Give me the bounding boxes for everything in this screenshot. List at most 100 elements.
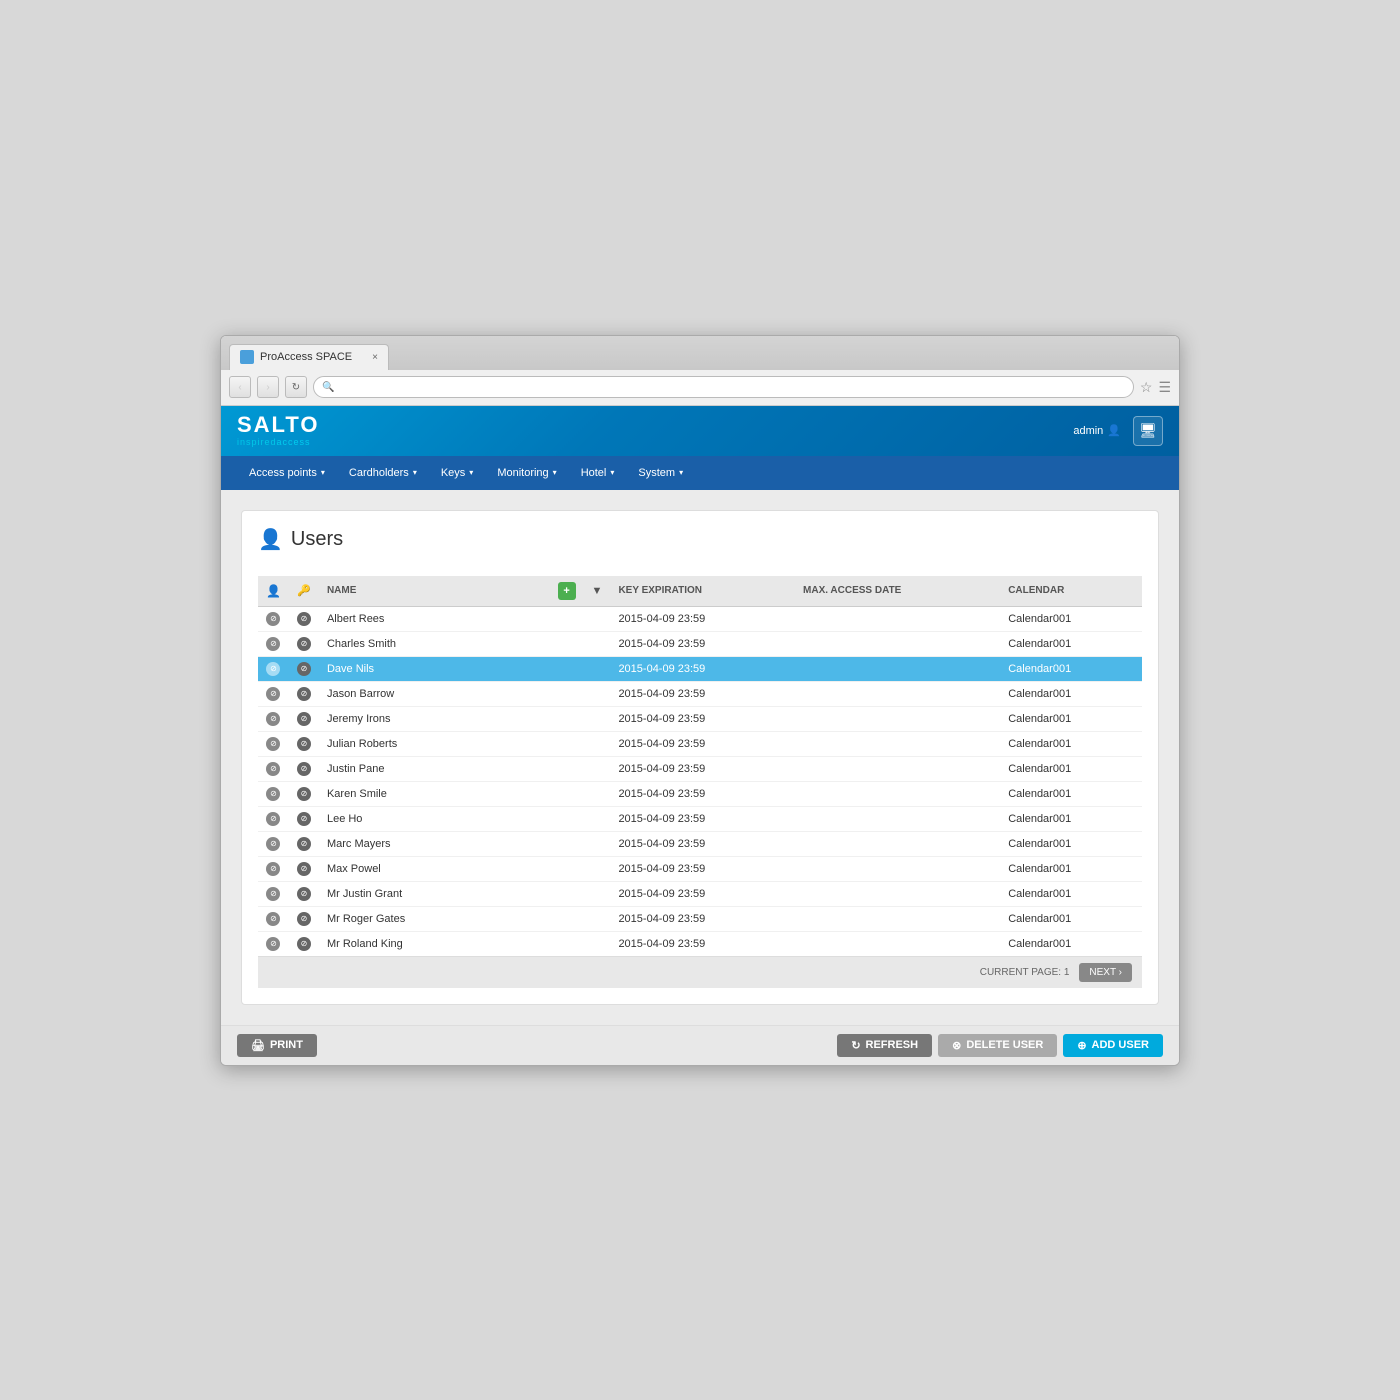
td-user-icon: ⊘: [258, 731, 289, 756]
td-name: Jeremy Irons: [319, 706, 550, 731]
td-calendar: Calendar001: [1000, 906, 1142, 931]
bottom-right-btns: ↻ REFRESH ⊗ DELETE USER ⊕ ADD USER: [837, 1034, 1163, 1057]
table-header: 👤 🔑 NAME +: [258, 576, 1142, 607]
table-row[interactable]: ⊘ ⊘ Lee Ho 2015-04-09 23:59 Calendar001: [258, 806, 1142, 831]
th-key-icon-symbol: 🔑: [297, 585, 311, 597]
nav-item-hotel[interactable]: Hotel ▾: [569, 456, 627, 490]
table-row[interactable]: ⊘ ⊘ Albert Rees 2015-04-09 23:59 Calenda…: [258, 606, 1142, 631]
tab-close-btn[interactable]: ×: [372, 352, 378, 363]
salto-logo: SALTO inspiredaccess: [237, 414, 320, 447]
table-scroll-wrapper[interactable]: 👤 🔑 NAME +: [258, 576, 1142, 956]
row-status-icon: ⊘: [297, 837, 311, 851]
td-name: Dave Nils: [319, 656, 550, 681]
nav-label-cardholders: Cardholders: [349, 467, 409, 479]
td-calendar: Calendar001: [1000, 831, 1142, 856]
nav-item-keys[interactable]: Keys ▾: [429, 456, 485, 490]
td-key-icon: ⊘: [289, 781, 319, 806]
address-search-icon: 🔍: [322, 382, 334, 393]
td-key-expiration: 2015-04-09 23:59: [610, 706, 795, 731]
table-add-btn[interactable]: +: [558, 582, 576, 600]
th-name[interactable]: NAME: [319, 576, 550, 607]
td-key-icon: ⊘: [289, 731, 319, 756]
th-add-btn[interactable]: +: [550, 576, 584, 607]
row-status-icon: ⊘: [297, 737, 311, 751]
row-user-icon: ⊘: [266, 687, 280, 701]
table-row[interactable]: ⊘ ⊘ Mr Justin Grant 2015-04-09 23:59 Cal…: [258, 881, 1142, 906]
nav-arrow-keys: ▾: [469, 468, 473, 477]
td-key-expiration: 2015-04-09 23:59: [610, 806, 795, 831]
td-filter: [584, 856, 611, 881]
table-row[interactable]: ⊘ ⊘ Dave Nils 2015-04-09 23:59 Calendar0…: [258, 656, 1142, 681]
nav-item-monitoring[interactable]: Monitoring ▾: [485, 456, 568, 490]
table-row[interactable]: ⊘ ⊘ Charles Smith 2015-04-09 23:59 Calen…: [258, 631, 1142, 656]
nav-forward-icon: ›: [266, 382, 269, 393]
address-bar[interactable]: 🔍: [313, 376, 1134, 398]
filter-icon[interactable]: ▼: [592, 585, 603, 597]
td-filter: [584, 806, 611, 831]
th-name-label: NAME: [327, 585, 356, 596]
td-name: Justin Pane: [319, 756, 550, 781]
nav-item-cardholders[interactable]: Cardholders ▾: [337, 456, 429, 490]
menu-icon[interactable]: ☰: [1158, 379, 1171, 396]
td-calendar: Calendar001: [1000, 931, 1142, 956]
table-row[interactable]: ⊘ ⊘ Julian Roberts 2015-04-09 23:59 Cale…: [258, 731, 1142, 756]
header-monitor-btn[interactable]: 🖥: [1133, 416, 1163, 446]
nav-reload-btn[interactable]: ↻: [285, 376, 307, 398]
td-key-expiration: 2015-04-09 23:59: [610, 831, 795, 856]
table-row[interactable]: ⊘ ⊘ Karen Smile 2015-04-09 23:59 Calenda…: [258, 781, 1142, 806]
td-add: [550, 781, 584, 806]
bookmark-icon[interactable]: ☆: [1140, 379, 1153, 396]
row-status-icon: ⊘: [297, 612, 311, 626]
bottom-bar: 🖨 PRINT ↻ REFRESH ⊗ DELETE USER ⊕ ADD US…: [221, 1025, 1179, 1065]
row-status-icon: ⊘: [297, 937, 311, 951]
td-user-icon: ⊘: [258, 681, 289, 706]
tab-label: ProAccess SPACE: [260, 351, 352, 363]
table-row[interactable]: ⊘ ⊘ Jeremy Irons 2015-04-09 23:59 Calend…: [258, 706, 1142, 731]
td-user-icon: ⊘: [258, 756, 289, 781]
table-row[interactable]: ⊘ ⊘ Justin Pane 2015-04-09 23:59 Calenda…: [258, 756, 1142, 781]
delete-label: DELETE USER: [966, 1039, 1043, 1051]
nav-arrow-access-points: ▾: [321, 468, 325, 477]
row-user-icon: ⊘: [266, 712, 280, 726]
table-row[interactable]: ⊘ ⊘ Mr Roland King 2015-04-09 23:59 Cale…: [258, 931, 1142, 956]
nav-forward-btn[interactable]: ›: [257, 376, 279, 398]
td-add: [550, 881, 584, 906]
nav-item-access-points[interactable]: Access points ▾: [237, 456, 337, 490]
table-row[interactable]: ⊘ ⊘ Max Powel 2015-04-09 23:59 Calendar0…: [258, 856, 1142, 881]
td-add: [550, 681, 584, 706]
browser-tab-active[interactable]: ProAccess SPACE ×: [229, 344, 389, 370]
td-calendar: Calendar001: [1000, 656, 1142, 681]
refresh-btn[interactable]: ↻ REFRESH: [837, 1034, 932, 1057]
table-row[interactable]: ⊘ ⊘ Jason Barrow 2015-04-09 23:59 Calend…: [258, 681, 1142, 706]
table-row[interactable]: ⊘ ⊘ Mr Roger Gates 2015-04-09 23:59 Cale…: [258, 906, 1142, 931]
header-user-label: admin: [1073, 425, 1103, 437]
th-filter-btn[interactable]: ▼: [584, 576, 611, 607]
td-filter: [584, 756, 611, 781]
td-name: Mr Roland King: [319, 931, 550, 956]
nav-label-monitoring: Monitoring: [497, 467, 548, 479]
nav-bar: Access points ▾ Cardholders ▾ Keys ▾ Mon…: [221, 456, 1179, 490]
td-key-icon: ⊘: [289, 806, 319, 831]
td-user-icon: ⊘: [258, 806, 289, 831]
td-name: Julian Roberts: [319, 731, 550, 756]
nav-item-system[interactable]: System ▾: [626, 456, 695, 490]
nav-arrow-hotel: ▾: [610, 468, 614, 477]
next-page-btn[interactable]: NEXT ›: [1079, 963, 1132, 982]
nav-arrow-monitoring: ▾: [553, 468, 557, 477]
row-user-icon: ⊘: [266, 787, 280, 801]
add-label: ADD USER: [1092, 1039, 1149, 1051]
header-user: admin 👤: [1073, 424, 1121, 437]
td-max-access: [795, 606, 1000, 631]
td-key-expiration: 2015-04-09 23:59: [610, 906, 795, 931]
td-filter: [584, 931, 611, 956]
browser-tabs: ProAccess SPACE ×: [221, 336, 1179, 370]
table-row[interactable]: ⊘ ⊘ Marc Mayers 2015-04-09 23:59 Calenda…: [258, 831, 1142, 856]
td-name: Marc Mayers: [319, 831, 550, 856]
td-filter: [584, 706, 611, 731]
print-btn[interactable]: 🖨 PRINT: [237, 1034, 317, 1057]
add-user-btn[interactable]: ⊕ ADD USER: [1063, 1034, 1163, 1057]
td-add: [550, 756, 584, 781]
td-key-expiration: 2015-04-09 23:59: [610, 881, 795, 906]
nav-back-btn[interactable]: ‹: [229, 376, 251, 398]
delete-user-btn[interactable]: ⊗ DELETE USER: [938, 1034, 1057, 1057]
